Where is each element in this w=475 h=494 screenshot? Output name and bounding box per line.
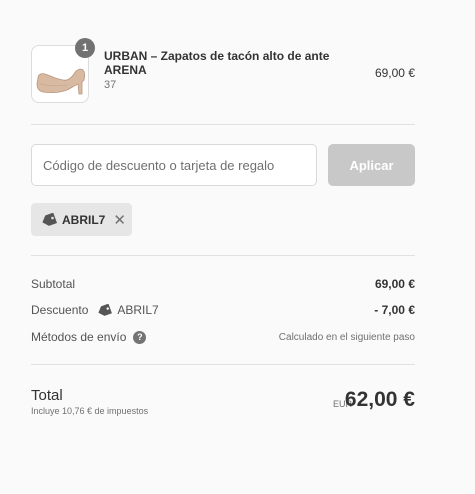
price-tag-icon	[41, 212, 57, 227]
discount-code-group: ABRIL7	[97, 303, 159, 317]
quantity-badge: 1	[75, 38, 95, 58]
product-thumbnail: 1	[31, 38, 95, 103]
remove-discount-icon[interactable]: ✕	[113, 211, 126, 229]
divider	[31, 255, 415, 256]
tax-note: Incluye 10,76 € de impuestos	[31, 406, 149, 416]
total-label: Total	[31, 387, 63, 404]
help-icon[interactable]: ?	[133, 330, 147, 344]
total-amount: 62,00 €	[344, 388, 415, 411]
apply-discount-button[interactable]: Aplicar	[328, 144, 415, 186]
shipping-label: Métodos de envío	[31, 330, 127, 344]
discount-row: Descuento ABRIL7 - 7,00 €	[31, 303, 415, 319]
cart-line-item: 1 URBAN – Zapatos de tacón alto de ante …	[31, 38, 415, 103]
product-variant: 37	[104, 79, 117, 91]
shipping-value: Calculado en el siguiente paso	[278, 332, 415, 343]
shipping-label-group: Métodos de envío ?	[31, 330, 147, 344]
discount-label: Descuento	[31, 303, 89, 317]
divider	[31, 364, 415, 365]
discount-label-group: Descuento ABRIL7	[31, 303, 159, 317]
price-tag-icon	[98, 303, 113, 316]
product-price: 69,00 €	[374, 66, 415, 80]
subtotal-value: 69,00 €	[374, 277, 415, 291]
discount-value: - 7,00 €	[374, 303, 415, 317]
high-heel-shoe-icon	[36, 68, 86, 95]
divider	[31, 124, 415, 125]
applied-discount-code: ABRIL7	[62, 212, 106, 227]
subtotal-row: Subtotal 69,00 €	[31, 277, 415, 293]
product-name: URBAN – Zapatos de tacón alto de ante AR…	[104, 49, 330, 77]
discount-code-input[interactable]	[31, 144, 317, 186]
subtotal-label: Subtotal	[31, 277, 76, 291]
discount-code: ABRIL7	[117, 303, 159, 317]
applied-discount-tag: ABRIL7 ✕	[31, 203, 132, 236]
shipping-row: Métodos de envío ? Calculado en el sigui…	[31, 330, 415, 346]
